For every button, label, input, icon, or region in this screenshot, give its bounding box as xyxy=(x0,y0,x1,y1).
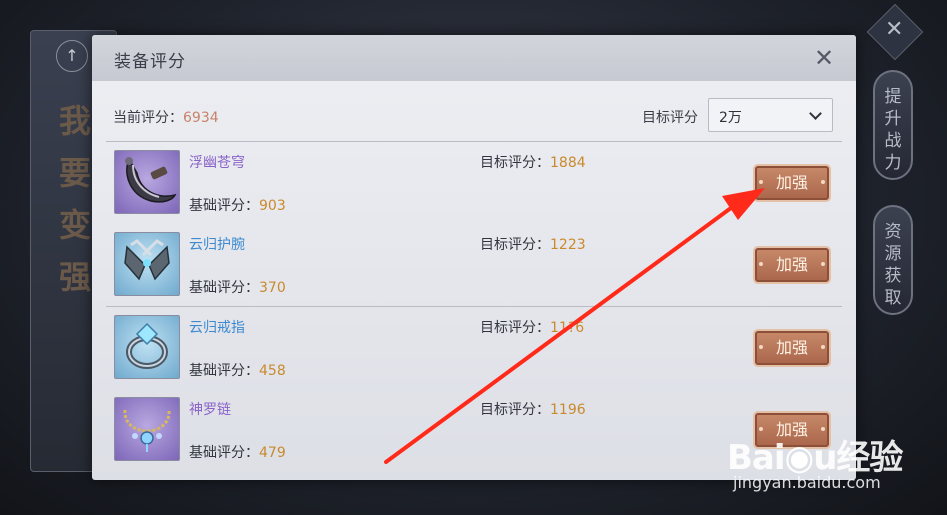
baidu-watermark-logo: Bai◉u经验 xyxy=(727,438,903,478)
watermark-url: jingyan.baidu.com xyxy=(733,473,881,492)
